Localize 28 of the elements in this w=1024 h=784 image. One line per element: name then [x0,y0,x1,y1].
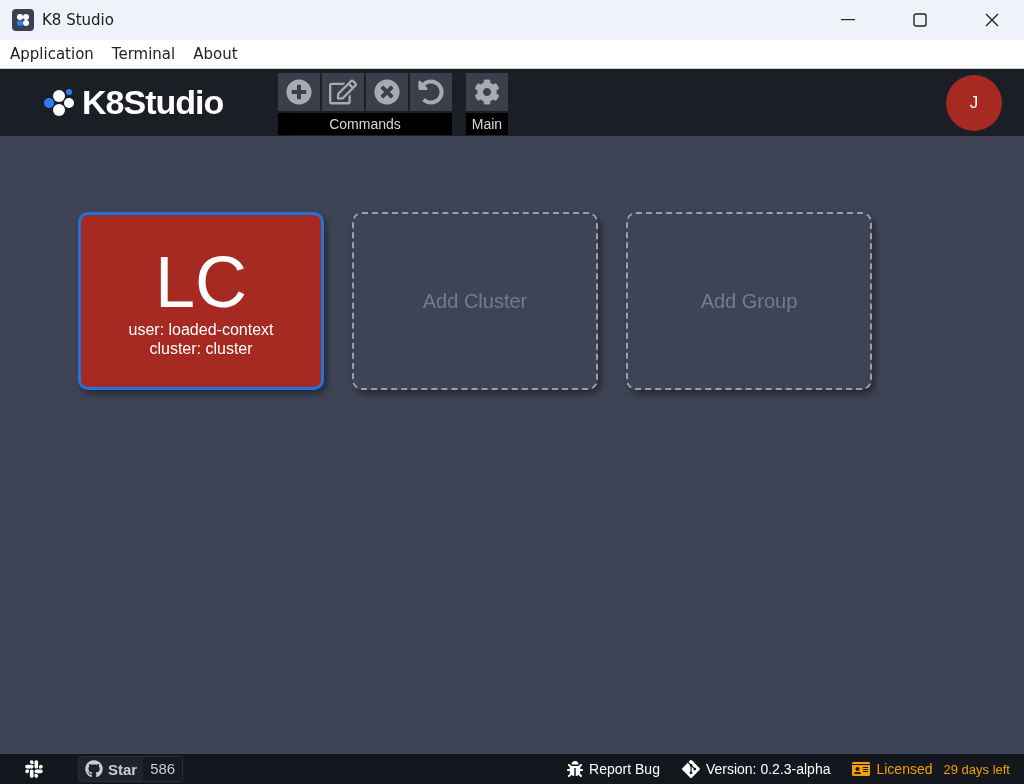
cluster-label: cluster: cluster [149,339,253,358]
license-icon [852,760,871,778]
group-label: Commands [278,113,452,135]
close-icon-button[interactable] [366,73,408,111]
report-bug-link[interactable]: Report Bug [567,761,660,777]
menu-item[interactable]: Application [10,45,94,63]
app-icon [12,9,34,31]
edit-icon-button[interactable] [322,73,364,111]
user-avatar[interactable]: J [946,74,1002,131]
bug-icon [567,761,584,777]
logo-text: K8Studio [82,83,224,122]
slack-icon[interactable] [24,759,44,779]
cluster-card[interactable]: LC user: loaded-context cluster: cluster [78,212,324,390]
add-icon-button[interactable] [278,73,320,111]
version-link[interactable]: Version: 0.2.3-alpha [681,760,831,778]
undo-icon-button[interactable] [410,73,452,111]
star-count: 586 [143,757,183,781]
group-label: Main [466,113,508,135]
menu-item[interactable]: About [193,45,238,63]
menu-item[interactable]: Terminal [111,45,176,63]
window-title: K8 Studio [42,11,115,29]
cluster-initials: LC [154,244,247,320]
user-label: user: loaded-context [128,320,274,339]
github-icon [85,760,103,778]
git-icon [681,760,700,778]
license-link[interactable]: Licensed 29 days left [852,760,1010,778]
github-star-button[interactable]: Star 586 [78,756,184,782]
settings-icon-button[interactable] [466,73,508,111]
